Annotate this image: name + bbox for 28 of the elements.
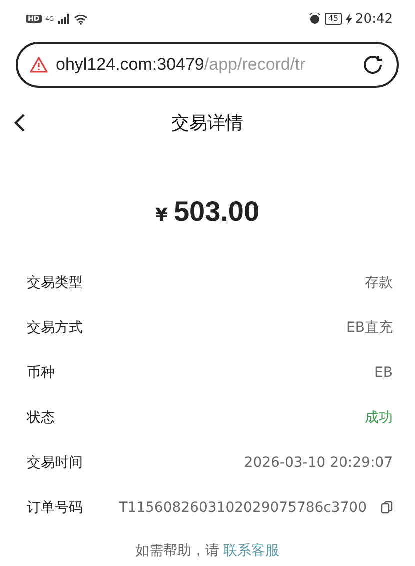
clock-time: 20:42	[356, 12, 393, 26]
charging-icon	[346, 14, 352, 24]
field-value: 2026-03-10 20:29:07	[244, 454, 393, 470]
page-title: 交易详情	[172, 112, 244, 135]
field-value: 存款	[365, 274, 393, 292]
signal-icon	[58, 14, 70, 24]
field-label: 币种	[27, 364, 55, 382]
copy-icon[interactable]	[381, 501, 393, 514]
field-value: T1156082603102029075786c3700	[119, 500, 367, 516]
back-icon[interactable]	[12, 112, 28, 134]
field-label: 交易时间	[27, 454, 83, 472]
reload-icon[interactable]	[361, 53, 385, 77]
alarm-icon	[309, 13, 322, 25]
wifi-icon	[74, 14, 88, 24]
field-label: 交易类型	[27, 274, 83, 292]
field-label: 状态	[27, 408, 55, 426]
field-value: EB	[374, 364, 393, 380]
status-value: 成功	[365, 408, 393, 426]
field-label: 交易方式	[27, 318, 83, 336]
currency-symbol: ¥	[155, 205, 168, 226]
help-text: 如需帮助，请 联系客服	[134, 542, 281, 560]
battery-icon: 45	[325, 13, 342, 25]
amount-value: 503.00	[174, 196, 260, 228]
url-text: ohyl124.com:30479/app/record/tr	[56, 55, 306, 75]
warning-icon	[30, 57, 48, 73]
field-value: EB直充	[346, 318, 393, 336]
address-bar[interactable]: ohyl124.com:30479/app/record/tr	[16, 42, 399, 88]
field-label: 订单号码	[27, 498, 83, 516]
